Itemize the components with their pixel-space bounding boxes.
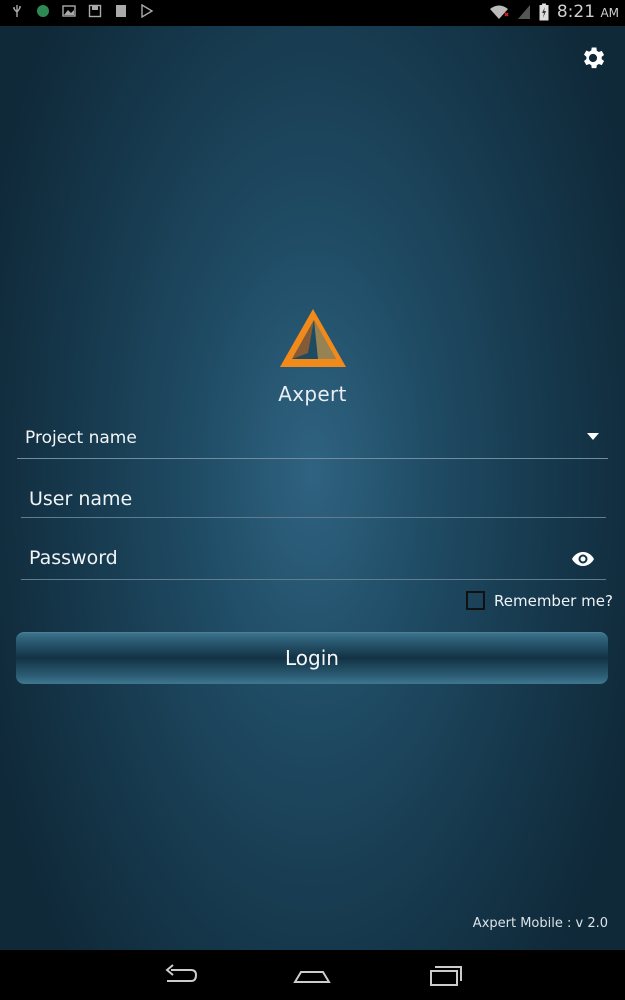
login-button-label: Login: [285, 646, 339, 670]
username-underline: [21, 517, 606, 518]
password-underline: [21, 579, 606, 580]
play-store-icon: [141, 4, 154, 18]
recents-icon[interactable]: [427, 962, 465, 988]
axpert-logo: [280, 309, 346, 367]
project-name-dropdown[interactable]: Project name: [17, 418, 608, 459]
project-name-label: Project name: [25, 428, 137, 448]
status-bar-right: 8:21 AM: [489, 2, 619, 22]
image-icon: [62, 5, 76, 17]
navigation-bar: [0, 950, 625, 1000]
password-input[interactable]: [21, 541, 561, 575]
wifi-icon: [489, 5, 509, 19]
remember-me-checkbox[interactable]: [466, 591, 485, 610]
status-bar: 8:21 AM: [0, 0, 625, 26]
back-icon[interactable]: [161, 962, 199, 988]
login-screen: Axpert Project name Remember me? Login A…: [0, 26, 625, 950]
username-input[interactable]: [21, 482, 606, 516]
storage-icon: [116, 5, 126, 17]
login-button[interactable]: Login: [16, 632, 608, 684]
notification-dot-icon: [37, 5, 49, 17]
version-label: Axpert Mobile : v 2.0: [472, 916, 608, 931]
save-icon: [88, 4, 102, 18]
signal-icon: [517, 5, 530, 19]
clock: 8:21 AM: [557, 2, 619, 22]
remember-me[interactable]: Remember me?: [466, 591, 613, 610]
home-icon[interactable]: [293, 962, 331, 988]
app-name: Axpert: [278, 382, 347, 406]
gear-icon[interactable]: [579, 44, 607, 72]
remember-me-label: Remember me?: [494, 591, 613, 610]
clock-ampm: AM: [600, 6, 619, 20]
clock-time: 8:21: [556, 2, 596, 22]
status-bar-left: [10, 4, 154, 18]
usb-icon: [13, 5, 21, 17]
show-password-icon[interactable]: [571, 547, 595, 571]
battery-charging-icon: [539, 3, 549, 21]
chevron-down-icon: [587, 433, 599, 440]
